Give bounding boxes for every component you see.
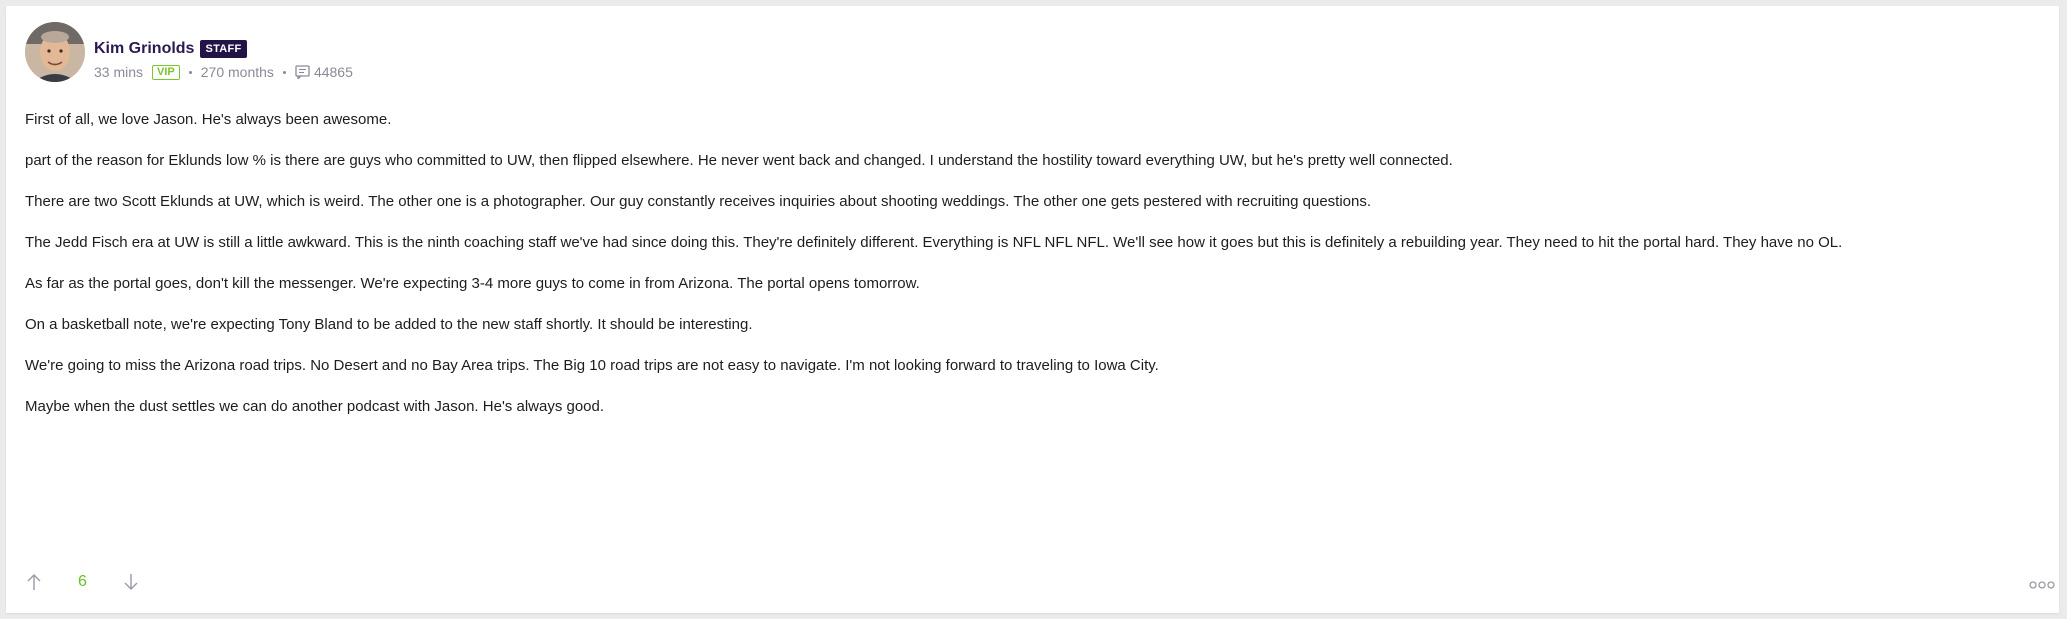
author-line: Kim Grinolds STAFF	[94, 40, 247, 58]
downvote-button[interactable]	[122, 572, 140, 592]
post-meta: 33 mins VIP 270 months 44865	[94, 64, 353, 80]
post-paragraph: part of the reason for Eklunds low % is …	[25, 152, 1453, 169]
vote-count: 6	[78, 573, 87, 590]
avatar[interactable]	[25, 22, 85, 82]
message-icon	[295, 65, 310, 79]
post-time[interactable]: 33 mins	[94, 64, 143, 80]
arrow-up-icon	[27, 574, 41, 590]
user-avatar-icon	[25, 22, 85, 82]
post-paragraph: On a basketball note, we're expecting To…	[25, 316, 753, 333]
post-body: First of all, we love Jason. He's always…	[25, 109, 2045, 437]
post-paragraph: As far as the portal goes, don't kill th…	[25, 275, 920, 292]
post-paragraph: First of all, we love Jason. He's always…	[25, 111, 392, 128]
staff-badge: STAFF	[200, 40, 247, 58]
post-paragraph: There are two Scott Eklunds at UW, which…	[25, 193, 1372, 210]
arrow-down-icon	[124, 574, 138, 590]
more-options-button[interactable]	[2029, 577, 2055, 595]
more-options-icon	[2029, 581, 2055, 589]
upvote-button[interactable]	[25, 572, 43, 592]
post-card: Kim Grinolds STAFF 33 mins VIP 270 month…	[6, 6, 2059, 613]
vip-badge: VIP	[152, 64, 180, 80]
post-paragraph: Maybe when the dust settles we can do an…	[25, 398, 605, 415]
member-tenure: 270 months	[200, 64, 274, 80]
post-count: 44865	[295, 64, 353, 80]
post-paragraph: The Jedd Fisch era at UW is still a litt…	[25, 234, 1843, 251]
separator-dot	[188, 70, 192, 74]
post-paragraph: We're going to miss the Arizona road tri…	[25, 357, 1159, 374]
separator-dot	[282, 70, 286, 74]
post-count-value: 44865	[313, 64, 353, 80]
post-footer: 6	[25, 572, 2055, 592]
author-name[interactable]: Kim Grinolds	[94, 40, 194, 58]
